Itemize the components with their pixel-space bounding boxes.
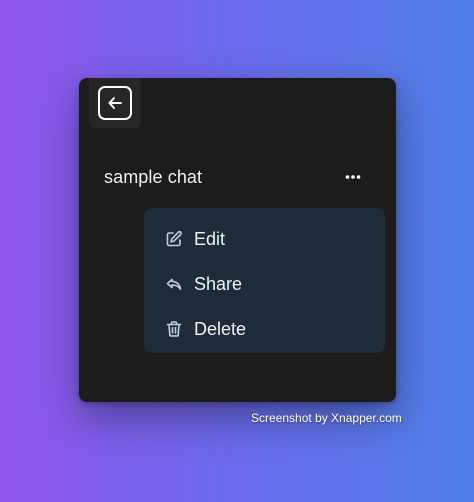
context-menu: Edit Share Delete [144,208,385,353]
back-button-container [89,78,141,128]
chat-card: sample chat Edit Share Delete [79,78,396,402]
menu-item-edit-label: Edit [194,228,226,249]
ellipsis-horizontal-icon [345,175,361,179]
menu-item-edit[interactable]: Edit [144,216,385,261]
menu-item-delete[interactable]: Delete [144,306,385,351]
trash-icon [164,319,184,339]
share-arrow-icon [164,274,184,294]
more-options-button[interactable] [341,166,365,188]
watermark: Screenshot by Xnapper.com [251,411,402,425]
menu-item-share[interactable]: Share [144,261,385,306]
pencil-square-icon [164,229,184,249]
chat-title[interactable]: sample chat [104,166,202,188]
menu-item-share-label: Share [194,273,243,294]
back-button[interactable] [98,86,132,120]
menu-item-delete-label: Delete [194,318,247,339]
arrow-left-icon [108,97,122,109]
